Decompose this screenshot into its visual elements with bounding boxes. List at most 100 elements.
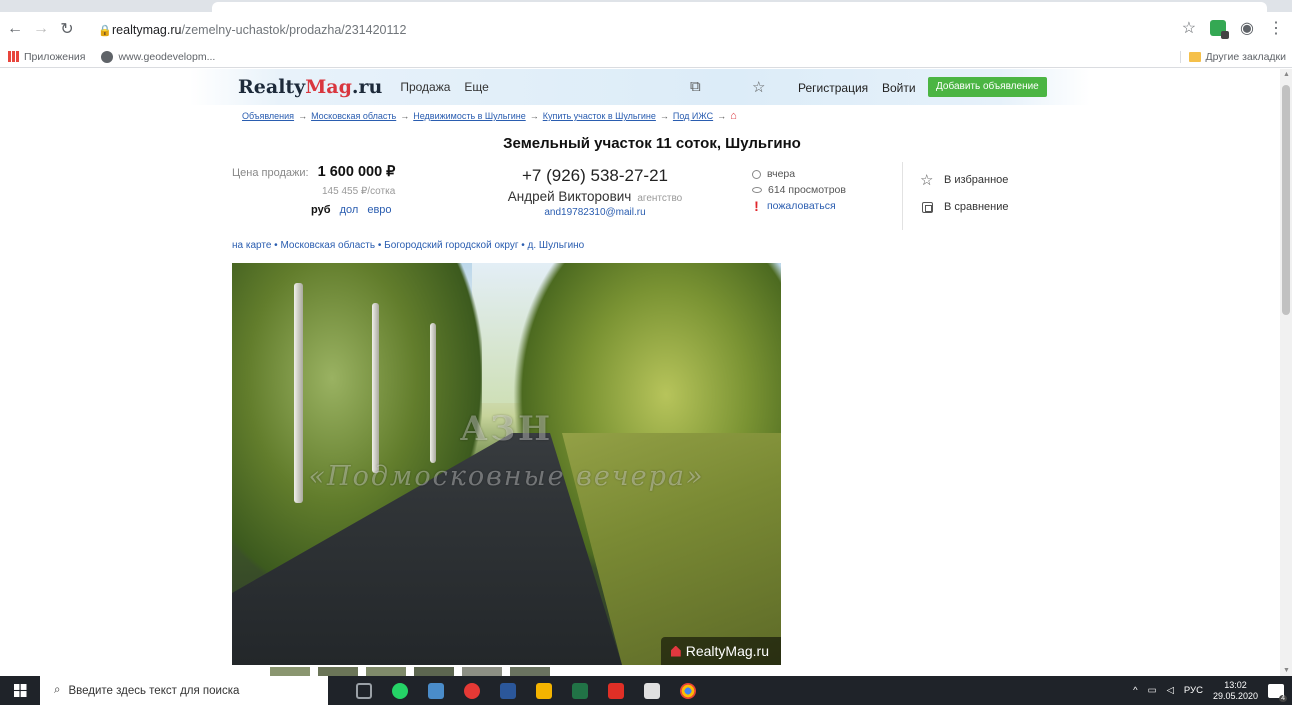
bookmark-label: Приложения [24, 50, 86, 63]
clock[interactable]: 13:02 29.05.2020 [1213, 680, 1258, 702]
nav-sale[interactable]: Продажа [400, 80, 450, 94]
breadcrumb-arrow: → [529, 111, 539, 121]
views-row: 614 просмотров [752, 182, 846, 198]
back-icon[interactable]: ← [4, 18, 26, 40]
price-value: 1 600 000 ₽ [317, 164, 396, 180]
logo-ru-text: .ru [351, 76, 383, 98]
exclamation-icon: ! [754, 198, 759, 214]
bookmark-apps[interactable]: Приложения [8, 51, 85, 63]
folder-icon [1188, 51, 1201, 62]
search-icon: ⌕ [54, 684, 61, 696]
word-icon[interactable] [500, 682, 516, 699]
clock-icon [752, 169, 761, 179]
nav-more[interactable]: Еще [464, 80, 488, 94]
pdf-icon[interactable] [608, 682, 624, 699]
breadcrumb-arrow: → [659, 111, 669, 121]
menu-icon[interactable]: ⋮ [1268, 18, 1284, 38]
currency-usd[interactable]: дол [340, 204, 359, 216]
bookmark-geodevelop[interactable]: www.geodevelopm... [101, 50, 215, 63]
app-icon[interactable] [428, 682, 444, 699]
other-bookmarks-label: Другие закладки [1205, 50, 1286, 63]
bookmark-star-icon[interactable]: ☆ [1182, 18, 1196, 38]
photo-watermark-bottom: «Подмосковные вечера» [308, 461, 705, 492]
agent-info: Андрей Викторович агентство [470, 189, 720, 204]
volume-icon[interactable]: ◁ [1167, 685, 1174, 696]
forward-icon[interactable]: → [30, 18, 52, 40]
apps-grid-icon [8, 51, 19, 62]
breadcrumb-arrow: → [298, 111, 308, 121]
toolbar-right: ☆ ◉ ⋮ [1182, 18, 1284, 39]
thumbnail[interactable] [510, 667, 550, 676]
listing-photo[interactable]: АЗН «Подмосковные вечера» RealtyMag.ru [232, 263, 781, 665]
clock-date: 29.05.2020 [1212, 690, 1258, 701]
views-count: 614 просмотров [768, 184, 846, 196]
thumbnail[interactable] [270, 667, 310, 676]
scroll-down-icon[interactable]: ▼ [1283, 667, 1290, 674]
posted-date: вчера [767, 168, 796, 180]
page-content: RealtyMag.ru Продажа Еще ⧉ ☆ Регистрация… [0, 69, 1280, 676]
logo-text: Realty [238, 76, 306, 98]
price-block: Цена продажи: 1 600 000 ₽ 145 455 ₽/сотк… [232, 164, 396, 216]
network-icon[interactable]: ▭ [1148, 685, 1157, 696]
tray-chevron-icon[interactable]: ^ [1133, 685, 1137, 696]
agent-type: агентство [637, 193, 683, 204]
lock-icon: 🔒 [98, 24, 112, 37]
house-icon [670, 645, 681, 657]
breadcrumb-arrow: → [400, 111, 410, 121]
thumbnail[interactable] [366, 667, 406, 676]
address-bar[interactable]: 🔒 realtymag.ru/zemelny-uchastok/prodazha… [92, 17, 1172, 43]
currency-eur[interactable]: евро [367, 204, 391, 216]
photo-badge: RealtyMag.ru [660, 637, 781, 665]
page-title: Земельный участок 11 соток, Шульгино [503, 135, 801, 152]
complain-link[interactable]: пожаловаться [767, 198, 836, 214]
breadcrumb-item[interactable]: Недвижимость в Шульгине [413, 111, 525, 121]
calculator-icon[interactable] [644, 682, 660, 699]
start-button[interactable] [0, 676, 40, 705]
language-indicator[interactable]: РУС [1184, 685, 1203, 696]
active-tab[interactable] [212, 2, 1267, 12]
listing-actions: ☆ В избранное В сравнение [920, 167, 1009, 221]
breadcrumb-item[interactable]: Под ИЖС [673, 111, 713, 121]
thumbnail[interactable] [462, 667, 502, 676]
photo-watermark-top: АЗН [459, 409, 554, 449]
add-listing-button[interactable]: Добавить объявление [928, 77, 1047, 97]
compare-icon [922, 202, 933, 213]
scroll-up-icon[interactable]: ▲ [1283, 71, 1290, 78]
page-scrollbar[interactable]: ▲ ▼ [1280, 69, 1292, 676]
task-view-icon[interactable] [356, 682, 372, 699]
tab-strip [0, 0, 1292, 12]
thumbnail[interactable] [414, 667, 454, 676]
windows-icon [13, 684, 27, 697]
star-icon[interactable]: ☆ [752, 78, 765, 96]
reload-icon[interactable]: ↻ [56, 18, 78, 40]
login-link[interactable]: Войти [882, 81, 916, 95]
breadcrumb-arrow: → [717, 111, 727, 121]
complain-row: ! пожаловаться [752, 198, 846, 214]
other-bookmarks[interactable]: Другие закладки [1179, 50, 1286, 63]
extension-icon[interactable] [1210, 20, 1230, 39]
home-icon[interactable]: ⌂ [730, 110, 737, 122]
favorite-button[interactable]: ☆ В избранное [920, 167, 1009, 194]
location-breadcrumb[interactable]: на карте • Московская область • Богородс… [232, 240, 584, 251]
taskbar-search[interactable]: ⌕ Введите здесь текст для поиска [40, 676, 328, 705]
chrome-icon[interactable] [680, 682, 696, 699]
profile-icon[interactable]: ◉ [1240, 18, 1254, 38]
breadcrumb-item[interactable]: Московская область [311, 111, 396, 121]
phone-number[interactable]: +7 (926) 538-27-21 [470, 166, 720, 186]
scrollbar-thumb[interactable] [1282, 85, 1290, 315]
site-logo[interactable]: RealtyMag.ru [238, 76, 382, 98]
whatsapp-icon[interactable] [392, 682, 408, 699]
excel-icon[interactable] [572, 682, 588, 699]
copy-icon[interactable]: ⧉ [690, 78, 701, 95]
file-explorer-icon[interactable] [536, 682, 552, 699]
notifications-icon[interactable]: 4 [1268, 683, 1287, 702]
yandex-browser-icon[interactable] [464, 682, 480, 699]
register-link[interactable]: Регистрация [798, 81, 868, 95]
agent-email[interactable]: and19782310@mail.ru [470, 207, 720, 218]
breadcrumb-item[interactable]: Объявления [242, 111, 294, 121]
breadcrumb-item[interactable]: Купить участок в Шульгине [543, 111, 656, 121]
compare-button[interactable]: В сравнение [920, 194, 1009, 221]
thumbnail[interactable] [318, 667, 358, 676]
eye-icon [752, 187, 762, 193]
breadcrumb: Объявления → Московская область → Недвижим… [242, 110, 737, 122]
